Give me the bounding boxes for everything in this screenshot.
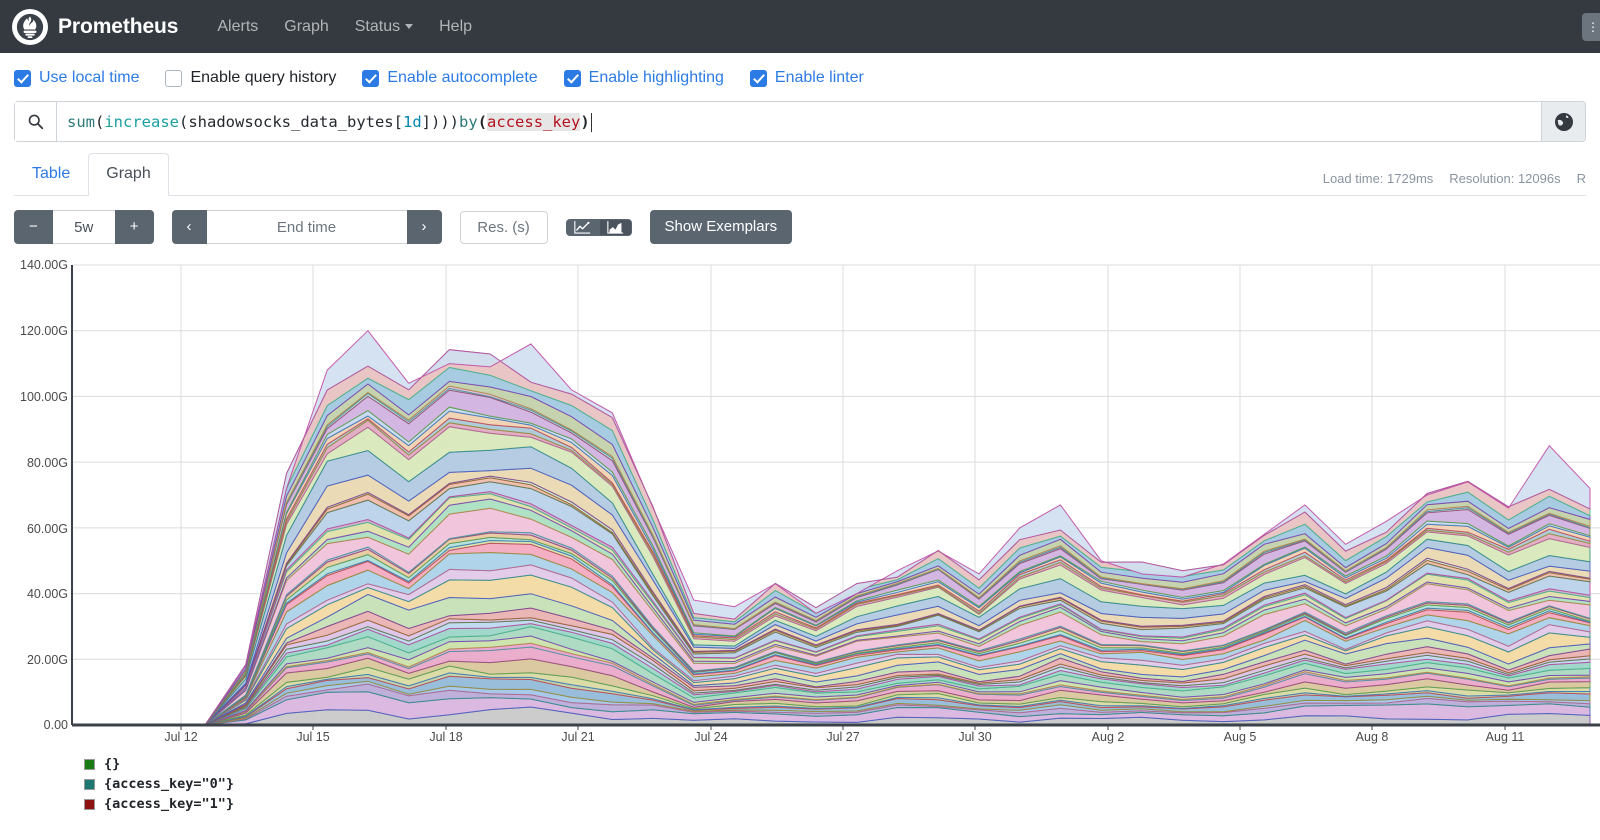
legend-label: {access_key="1"}	[104, 796, 234, 812]
x-tick-label: Jul 18	[429, 730, 462, 744]
query-token-close-parens: )))	[431, 113, 459, 131]
enable-autocomplete-checkbox[interactable]	[362, 70, 379, 87]
tab-table[interactable]: Table	[14, 153, 88, 196]
legend-item[interactable]: {}	[84, 756, 1600, 772]
chevron-down-icon	[405, 24, 413, 29]
x-tick-label: Jul 27	[826, 730, 859, 744]
query-token-by: by	[459, 113, 478, 131]
search-icon	[15, 102, 57, 141]
query-expression-input[interactable]: sum(increase(shadowsocks_data_bytes[1d])…	[57, 102, 1541, 141]
nav-link-help[interactable]: Help	[426, 10, 485, 44]
graph-controls-toolbar: − 5w + ‹ End time › Res. (s) Show Exempl…	[0, 196, 1600, 254]
options-row: Use local time Enable query history Enab…	[0, 53, 1600, 97]
y-tick-label: 60.00G	[27, 522, 68, 536]
chart-type-toggle-group	[566, 219, 632, 236]
graph-chart[interactable]: 140.00G 120.00G 100.00G 80.00G 60.00G 40…	[0, 258, 1600, 748]
nav-link-status[interactable]: Status	[342, 10, 426, 44]
y-tick-label: 0.00	[44, 718, 68, 732]
next-time-button[interactable]: ›	[407, 210, 442, 244]
x-tick-label: Jul 12	[164, 730, 197, 744]
query-token-open2: (	[179, 113, 188, 131]
result-tabs: Table Graph Load time: 1729ms Resolution…	[14, 152, 1586, 196]
nav-link-status-label: Status	[355, 18, 400, 35]
navbar-overflow-button[interactable]: ⋮	[1582, 13, 1600, 41]
x-tick-label: Aug 5	[1224, 730, 1257, 744]
y-tick-label: 120.00G	[20, 324, 68, 338]
x-tick-label: Jul 21	[561, 730, 594, 744]
navbar: Prometheus Alerts Graph Status Help ⋮	[0, 0, 1600, 53]
enable-highlighting-checkbox[interactable]	[564, 70, 581, 87]
stacked-area-chart-icon[interactable]	[599, 219, 632, 236]
legend-item[interactable]: {access_key="0"}	[84, 776, 1600, 792]
resolution-text: Resolution: 12096s	[1449, 171, 1560, 186]
y-tick-label: 140.00G	[20, 258, 68, 272]
tab-graph[interactable]: Graph	[88, 153, 168, 196]
previous-time-button[interactable]: ‹	[172, 210, 207, 244]
legend-label: {access_key="0"}	[104, 776, 234, 792]
legend-swatch	[84, 779, 95, 790]
option-enable-linter[interactable]: Enable linter	[750, 69, 864, 87]
option-enable-query-history[interactable]: Enable query history	[165, 69, 336, 87]
x-tick-label: Jul 15	[296, 730, 329, 744]
query-input-group: sum(increase(shadowsocks_data_bytes[1d])…	[14, 101, 1586, 142]
load-time-text: Load time: 1729ms	[1323, 171, 1434, 186]
nav-link-alerts[interactable]: Alerts	[204, 10, 271, 44]
resolution-input[interactable]: Res. (s)	[460, 211, 548, 244]
x-tick-label: Jul 30	[958, 730, 991, 744]
increase-range-button[interactable]: +	[115, 210, 154, 244]
x-tick-label: Aug 11	[1486, 730, 1525, 744]
query-token-bracket-close: ]	[422, 113, 431, 131]
query-token-metric: shadowsocks_data_bytes	[188, 113, 393, 131]
use-local-time-checkbox[interactable]	[14, 70, 31, 87]
end-time-input[interactable]: End time	[207, 210, 407, 244]
line-chart-icon[interactable]	[566, 219, 599, 236]
range-input-group: − 5w +	[14, 210, 154, 244]
enable-query-history-checkbox[interactable]	[165, 70, 182, 87]
legend-swatch	[84, 759, 95, 770]
enable-highlighting-label: Enable highlighting	[589, 69, 724, 87]
query-token-sum: sum	[67, 113, 95, 131]
truncated-stat-text: R	[1577, 171, 1586, 186]
end-time-group: ‹ End time ›	[172, 210, 442, 244]
globe-icon[interactable]	[1541, 102, 1585, 141]
text-cursor	[591, 113, 592, 132]
decrease-range-button[interactable]: −	[14, 210, 53, 244]
legend-swatch	[84, 799, 95, 810]
enable-linter-label: Enable linter	[775, 69, 864, 87]
query-token-bracket-open: [	[394, 113, 403, 131]
y-tick-label: 40.00G	[27, 587, 68, 601]
brand-title[interactable]: Prometheus	[58, 15, 178, 39]
y-tick-label: 100.00G	[20, 390, 68, 404]
option-enable-highlighting[interactable]: Enable highlighting	[564, 69, 724, 87]
option-enable-autocomplete[interactable]: Enable autocomplete	[362, 69, 537, 87]
prometheus-logo[interactable]	[12, 9, 48, 45]
y-tick-label: 80.00G	[27, 456, 68, 470]
chart-svg[interactable]	[0, 258, 1600, 748]
legend-label: {}	[104, 756, 120, 772]
nav-link-graph[interactable]: Graph	[271, 10, 341, 44]
option-use-local-time[interactable]: Use local time	[14, 69, 139, 87]
query-token-paren-open: (	[478, 113, 487, 131]
query-token-label: access_key	[487, 113, 580, 131]
query-stats: Load time: 1729ms Resolution: 12096s R	[1323, 171, 1586, 186]
use-local-time-label: Use local time	[39, 69, 139, 87]
query-token-increase: increase	[104, 113, 179, 131]
chart-legend: {} {access_key="0"} {access_key="1"}	[0, 748, 1600, 812]
legend-item[interactable]: {access_key="1"}	[84, 796, 1600, 812]
show-exemplars-button[interactable]: Show Exemplars	[650, 210, 793, 244]
y-tick-label: 20.00G	[27, 653, 68, 667]
query-token-duration: 1d	[403, 113, 422, 131]
x-tick-label: Aug 8	[1356, 730, 1389, 744]
enable-query-history-label: Enable query history	[190, 69, 336, 87]
enable-autocomplete-label: Enable autocomplete	[387, 69, 537, 87]
range-input[interactable]: 5w	[53, 210, 115, 244]
x-tick-label: Jul 24	[694, 730, 727, 744]
enable-linter-checkbox[interactable]	[750, 70, 767, 87]
nav-links: Alerts Graph Status Help	[204, 10, 485, 44]
query-token-open1: (	[95, 113, 104, 131]
query-token-paren-close: )	[580, 113, 589, 131]
x-tick-label: Aug 2	[1092, 730, 1125, 744]
